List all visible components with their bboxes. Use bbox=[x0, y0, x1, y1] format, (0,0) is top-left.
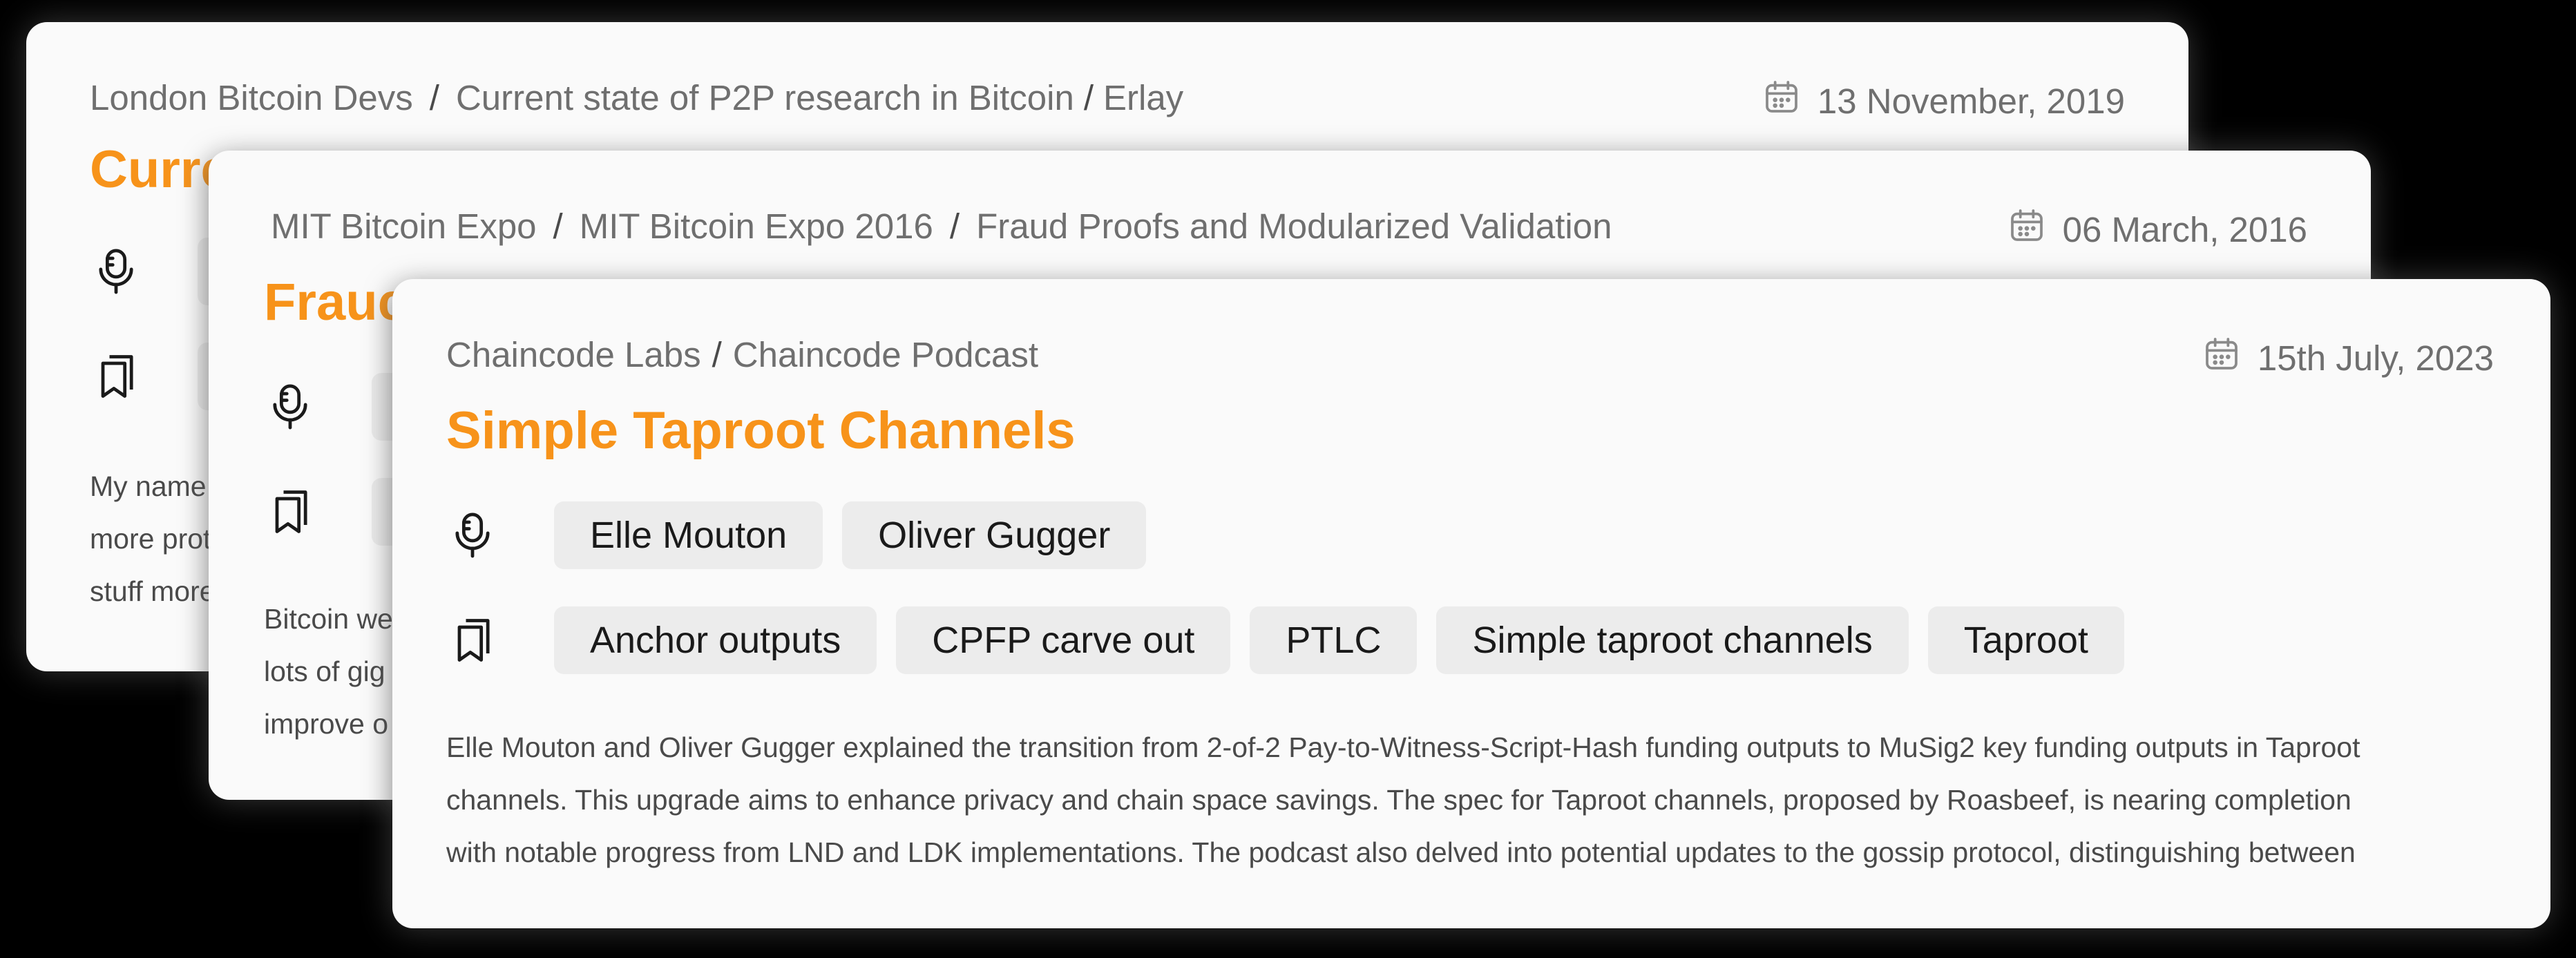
transcript-card-3[interactable]: Chaincode Labs / Chaincode Podcast 15th Ju… bbox=[392, 279, 2550, 928]
date: 13 November, 2019 bbox=[1762, 77, 2125, 124]
microphone-icon bbox=[90, 245, 142, 298]
date-text: 15th July, 2023 bbox=[2257, 338, 2494, 378]
speaker-chip[interactable]: Oliver Gugger bbox=[842, 501, 1147, 569]
bookmarks-icon bbox=[90, 350, 142, 403]
breadcrumb-series[interactable]: Current state of P2P research in Bitcoin bbox=[456, 78, 1074, 117]
tag-chip[interactable]: CPFP carve out bbox=[896, 606, 1231, 674]
tag-chip[interactable]: Taproot bbox=[1927, 606, 2124, 674]
breadcrumb-series[interactable]: Chaincode Podcast bbox=[733, 335, 1038, 374]
card-title[interactable]: Frauc bbox=[264, 272, 407, 332]
date: 06 March, 2016 bbox=[2007, 206, 2307, 253]
date-text: 06 March, 2016 bbox=[2062, 209, 2307, 249]
breadcrumb: MIT Bitcoin Expo / MIT Bitcoin Expo 2016/F… bbox=[271, 207, 1612, 246]
summary-line: with notable progress from LND and LDK i… bbox=[446, 836, 2356, 868]
bookmarks-icon bbox=[446, 614, 499, 667]
card-title[interactable]: Simple Taproot Channels bbox=[446, 401, 1076, 461]
summary-line: channels. This upgrade aims to enhance p… bbox=[446, 784, 2351, 816]
summary: Elle Mouton and Oliver Gugger explained … bbox=[446, 721, 2512, 879]
breadcrumb-talk[interactable]: Fraud Proofs and Modularized Validation bbox=[976, 207, 1612, 246]
microphone-icon bbox=[264, 381, 316, 433]
microphone-icon bbox=[446, 509, 499, 562]
calendar-icon bbox=[2007, 206, 2046, 253]
calendar-icon bbox=[2202, 334, 2241, 381]
speaker-chip[interactable]: Elle Mouton bbox=[554, 501, 823, 569]
breadcrumb: Chaincode Labs / Chaincode Podcast bbox=[446, 335, 1039, 374]
breadcrumb-source[interactable]: London Bitcoin Devs bbox=[90, 78, 413, 117]
tag-chip[interactable]: Simple taproot channels bbox=[1436, 606, 1909, 674]
breadcrumb-source[interactable]: Chaincode Labs bbox=[446, 335, 701, 374]
tag-chip[interactable]: PTLC bbox=[1250, 606, 1418, 674]
tags-row: Anchor outputs CPFP carve out PTLC Simpl… bbox=[446, 606, 2124, 674]
speakers-row: Elle Mouton Oliver Gugger bbox=[446, 501, 1147, 569]
tag-chip[interactable]: Anchor outputs bbox=[554, 606, 877, 674]
date-text: 13 November, 2019 bbox=[1817, 81, 2125, 121]
breadcrumb-talk[interactable]: Erlay bbox=[1103, 78, 1183, 117]
calendar-icon bbox=[1762, 77, 1801, 124]
summary-line: Elle Mouton and Oliver Gugger explained … bbox=[446, 731, 2360, 763]
breadcrumb: London Bitcoin Devs / Current state of P2P… bbox=[90, 78, 1184, 117]
breadcrumb-series[interactable]: MIT Bitcoin Expo 2016 bbox=[580, 207, 933, 246]
breadcrumb-source[interactable]: MIT Bitcoin Expo bbox=[271, 207, 537, 246]
bookmarks-icon bbox=[264, 486, 316, 538]
date: 15th July, 2023 bbox=[2202, 334, 2494, 381]
